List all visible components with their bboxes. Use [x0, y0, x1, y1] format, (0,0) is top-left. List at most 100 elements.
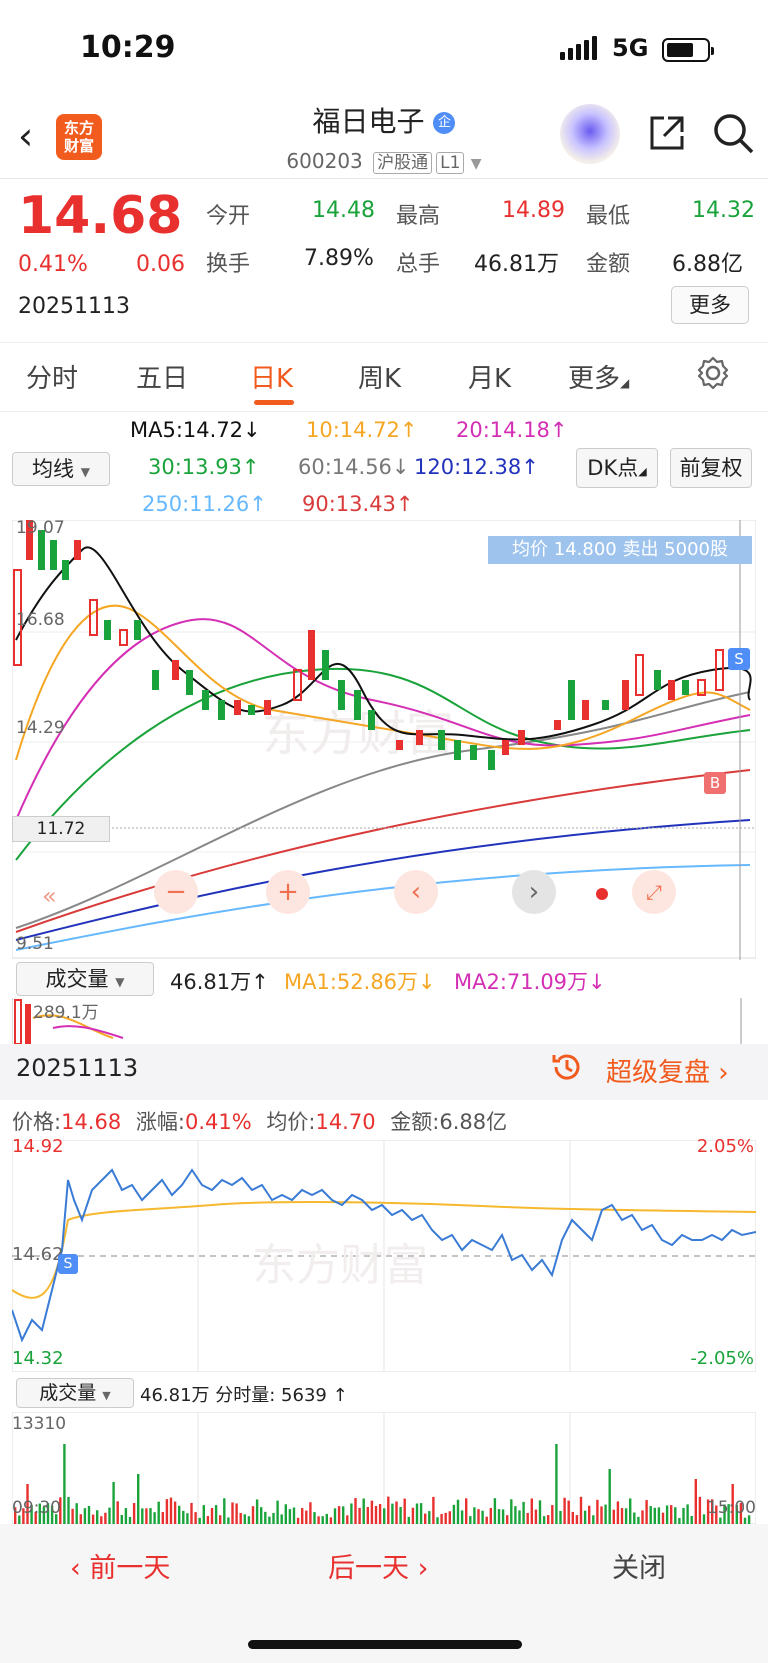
volume-bar: [641, 1510, 644, 1524]
tab-five-day[interactable]: 五日: [136, 358, 188, 395]
tab-monthly-k[interactable]: 月K: [468, 358, 511, 395]
volume-bar: [588, 1505, 591, 1524]
hk-connect-tag: 沪股通: [373, 152, 433, 174]
intraday-chart[interactable]: 东方财富 14.92 14.62 14.32 2.05% -2.05% S: [11, 1136, 757, 1373]
detail-amt: 6.88亿: [439, 1110, 508, 1134]
robot-assistant-icon[interactable]: [560, 104, 620, 164]
axis-label-top: 19.07: [16, 518, 65, 538]
dk-label: DK点: [587, 456, 639, 480]
ma60-label: 60:14.56↓: [298, 455, 410, 479]
low-label: 最低: [586, 204, 631, 229]
volume-bar: [231, 1502, 234, 1524]
volume-bar: [387, 1496, 390, 1524]
volume-bar: [518, 1510, 521, 1524]
more-button[interactable]: 更多: [671, 286, 749, 324]
ma-selector[interactable]: 均线 ▼: [12, 452, 110, 486]
super-replay-link[interactable]: 超级复盘 ›: [606, 1052, 729, 1089]
scroll-left-icon[interactable]: «: [42, 882, 57, 910]
zoom-out-button[interactable]: −: [154, 870, 198, 914]
change-value: 0.06: [136, 252, 185, 277]
volume-bar: [477, 1509, 480, 1524]
next-candle-button[interactable]: ›: [512, 870, 556, 914]
active-tab-indicator: [254, 400, 294, 405]
tab-daily-k[interactable]: 日K: [250, 358, 293, 395]
volume-bar: [608, 1469, 611, 1524]
volume-selector[interactable]: 成交量 ▼: [16, 962, 154, 996]
share-icon[interactable]: [648, 114, 684, 150]
volume-bar: [350, 1503, 353, 1524]
home-indicator: [248, 1640, 522, 1649]
tab-weekly-k[interactable]: 周K: [358, 358, 401, 395]
volume-bar: [112, 1482, 115, 1524]
volume-bar: [383, 1508, 386, 1524]
ma250-label: 250:11.26↑: [142, 492, 267, 516]
volume-bar: [157, 1501, 160, 1524]
volume-bar: [325, 1513, 328, 1524]
volume-bar: [583, 1510, 587, 1524]
prev-day-button[interactable]: ‹ 前一天: [70, 1546, 170, 1585]
ma10-label: 10:14.72↑: [306, 418, 418, 442]
prev-candle-button[interactable]: ‹: [394, 870, 438, 914]
history-icon[interactable]: [550, 1050, 584, 1088]
intraday-volume-selector[interactable]: 成交量 ▼: [16, 1378, 134, 1408]
volume-bar: [563, 1497, 566, 1524]
volume-bar: [366, 1507, 369, 1524]
volume-bar: [219, 1515, 222, 1524]
settings-icon[interactable]: [696, 356, 730, 394]
volume-bar: [87, 1505, 91, 1524]
volume-bar: [473, 1507, 476, 1524]
dk-point-button[interactable]: DK点◢: [576, 448, 658, 488]
volume-bar: [173, 1501, 177, 1524]
volume-bar: [514, 1506, 517, 1524]
intraday-sell-marker[interactable]: S: [58, 1254, 78, 1274]
volume-bar: [702, 1514, 706, 1524]
volume-bar: [124, 1508, 128, 1524]
amount-label: 金额: [586, 252, 631, 277]
close-button[interactable]: 关闭: [612, 1546, 666, 1585]
volume-bar: [534, 1509, 538, 1524]
kline-chart[interactable]: 东方财富 19.07 16.68 14.29 9.51 11.72 均价 14.…: [11, 500, 757, 960]
fullscreen-button[interactable]: ⤢: [632, 870, 676, 914]
intraday-volume-text: 46.81万 分时量: 5639 ↑: [140, 1385, 348, 1406]
dropdown-icon[interactable]: ▼: [471, 156, 482, 172]
volume-bar: [567, 1500, 570, 1524]
volume-bar: [260, 1507, 263, 1524]
search-icon[interactable]: [712, 112, 756, 160]
crosshair-value: 11.72: [12, 816, 110, 842]
next-day-button[interactable]: 后一天 ›: [328, 1546, 428, 1585]
volume-bar: [452, 1504, 456, 1524]
sell-marker[interactable]: S: [728, 648, 750, 670]
signal-icon: [560, 36, 600, 60]
tab-more[interactable]: 更多◢: [568, 358, 629, 395]
volume-bar: [665, 1505, 669, 1524]
volume-bar: [526, 1512, 529, 1524]
intraday-high: 14.92: [12, 1136, 64, 1157]
volume-axis-label: 289.1万: [33, 1003, 99, 1023]
volume-bar: [329, 1517, 333, 1524]
volume-bar: [670, 1505, 673, 1524]
volume-bar: [141, 1508, 144, 1524]
volume-bar: [186, 1513, 189, 1524]
volume-bar: [301, 1508, 304, 1524]
zoom-in-button[interactable]: +: [266, 870, 310, 914]
volume-bar: [91, 1514, 95, 1524]
tab-timeshare[interactable]: 分时: [26, 358, 78, 395]
detail-price-label: 价格:: [12, 1110, 62, 1134]
latest-dot: [596, 888, 608, 900]
volume-ma1-value: MA1:52.86万: [284, 970, 419, 994]
volume-bar: [501, 1509, 505, 1524]
amount-value: 6.88亿: [672, 252, 743, 277]
volume-bar: [206, 1516, 210, 1524]
adjust-button[interactable]: 前复权: [670, 448, 752, 488]
volume-bar: [305, 1510, 308, 1524]
buy-marker[interactable]: B: [704, 772, 726, 794]
volume-bar: [637, 1516, 640, 1524]
volume-bar: [629, 1498, 632, 1524]
volume-bar: [481, 1510, 484, 1524]
volume-bar: [592, 1515, 595, 1524]
volume-bar: [456, 1499, 460, 1524]
detail-avg-label: 均价:: [266, 1110, 316, 1134]
stock-name-text: 福日电子: [312, 105, 425, 138]
volume-bar: [620, 1508, 624, 1524]
open-label: 今开: [206, 204, 251, 229]
